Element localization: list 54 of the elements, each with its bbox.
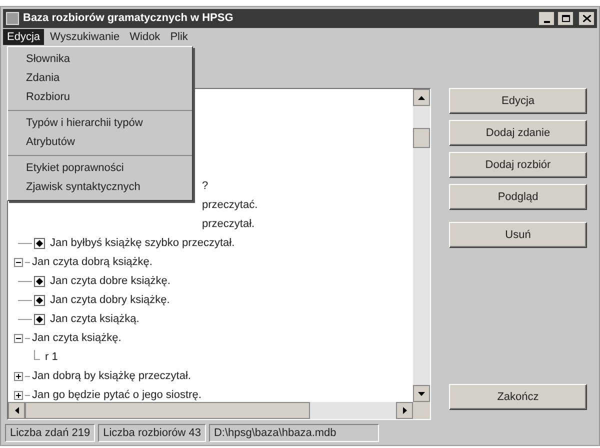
action-button[interactable]: Dodaj zdanie xyxy=(449,120,587,146)
scrollbar-corner xyxy=(413,402,430,419)
vertical-scrollbar[interactable] xyxy=(413,89,430,402)
expand-icon[interactable] xyxy=(14,372,23,381)
menu-option[interactable]: Zjawisk syntaktycznych xyxy=(8,178,192,197)
tree-item[interactable]: Jan dobrą by książkę przeczytał. xyxy=(32,368,191,385)
expand-icon[interactable] xyxy=(14,391,23,400)
tree-item[interactable]: Jan czyta dobrą książkę. xyxy=(32,254,152,271)
right-arrow-icon xyxy=(402,407,406,414)
menu-option[interactable]: Rozbioru xyxy=(8,88,192,107)
collapse-icon[interactable] xyxy=(14,258,23,267)
close-button[interactable] xyxy=(579,12,594,25)
parse-icon xyxy=(34,295,45,306)
tree-item[interactable]: przeczytać. xyxy=(202,197,258,214)
parse-icon xyxy=(34,314,45,325)
action-button[interactable]: Zakończ xyxy=(449,384,587,410)
close-icon xyxy=(582,15,590,22)
tree-item[interactable]: Jan czyta dobre książkę. xyxy=(50,273,170,290)
tree-item[interactable]: r 1 xyxy=(45,349,58,366)
action-button[interactable]: Edycja xyxy=(449,88,587,114)
scrollbar-thumb[interactable] xyxy=(413,128,430,148)
status-panel: D:\hpsg\baza\hbaza.mdb xyxy=(208,424,379,442)
parse-icon xyxy=(34,238,45,249)
window-title: Baza rozbiorów gramatycznych w HPSG xyxy=(23,11,234,26)
down-arrow-icon xyxy=(418,392,425,396)
menu-item[interactable]: Wyszukiwanie xyxy=(46,29,124,45)
tree-item[interactable]: Jan czyta dobry książkę. xyxy=(50,292,170,309)
menu-item[interactable]: Edycja xyxy=(3,29,44,45)
app-icon xyxy=(6,12,19,25)
tree-item[interactable]: Jan czyta książką. xyxy=(50,311,140,328)
tree-item[interactable]: Jan byłbyś książkę szybko przeczytał. xyxy=(50,235,235,252)
menu-item[interactable]: Widok xyxy=(126,29,164,45)
tree-item[interactable]: Jan go będzie pytać o jego siostrę. xyxy=(32,387,202,402)
action-button[interactable]: Dodaj rozbiór xyxy=(449,152,587,178)
menu-option[interactable]: Zdania xyxy=(8,69,192,88)
collapse-icon[interactable] xyxy=(14,334,23,343)
tree-item[interactable]: przeczytał. xyxy=(202,216,255,233)
up-arrow-icon xyxy=(418,96,425,100)
menu-option[interactable]: Słownika xyxy=(8,50,192,69)
status-panel: Liczba zdań 219 xyxy=(5,424,96,442)
menu-option[interactable]: Etykiet poprawności xyxy=(8,159,192,178)
menu-option[interactable]: Atrybutów xyxy=(8,133,192,152)
tree-item[interactable]: ? xyxy=(202,178,208,195)
action-button[interactable]: Podgląd xyxy=(449,184,587,210)
menu-item[interactable]: Plik xyxy=(166,29,192,45)
left-arrow-icon xyxy=(14,407,18,414)
maximize-button[interactable] xyxy=(558,12,573,25)
action-button[interactable]: Usuń xyxy=(449,222,587,248)
status-panel: Liczba rozbiorów 43 xyxy=(98,424,206,442)
parse-icon xyxy=(34,276,45,287)
horizontal-scrollbar[interactable] xyxy=(8,402,413,419)
tree-item[interactable]: Jan czyta książkę. xyxy=(32,330,122,347)
minimize-button[interactable] xyxy=(539,12,554,25)
menu-option[interactable]: Typów i hierarchii typów xyxy=(8,114,192,133)
